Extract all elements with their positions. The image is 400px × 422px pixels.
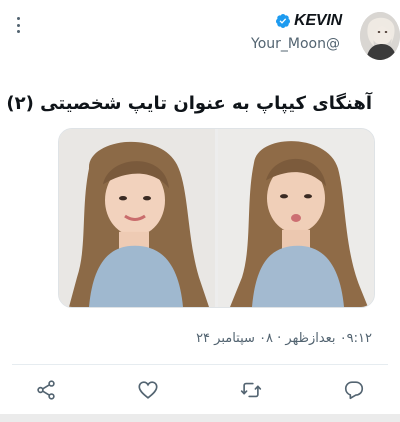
- tweet-text-label: آهنگای کیپاپ به عنوان تایپ شخصیتی (۲): [6, 92, 372, 114]
- more-options-icon[interactable]: [8, 14, 28, 36]
- share-icon[interactable]: [35, 379, 57, 401]
- verified-badge-icon: [276, 14, 291, 28]
- tweet-text: آهنگای کیپاپ به عنوان تایپ شخصیتی (۲): [0, 89, 372, 117]
- tweet-timestamp[interactable]: ۰۹:۱۲ بعدازظهر · ۰۸ سپتامبر ۲۴: [196, 331, 372, 349]
- avatar[interactable]: [360, 12, 400, 60]
- reply-icon[interactable]: [343, 379, 365, 401]
- display-name: KEVIN: [294, 12, 342, 29]
- author-name-row[interactable]: KEVIN: [275, 10, 342, 32]
- tweet-card: KEVIN Your_Moon@ آهنگای کیپاپ به عنوان ت…: [0, 0, 400, 422]
- heart-icon[interactable]: [137, 379, 159, 401]
- divider: [12, 364, 388, 365]
- photo-girl-kissing[interactable]: [218, 129, 374, 307]
- action-bar: [0, 372, 400, 408]
- card-bottom-edge: [0, 414, 400, 422]
- media-grid[interactable]: [58, 128, 375, 308]
- username[interactable]: Your_Moon@: [251, 36, 340, 52]
- photo-girl-smiling[interactable]: [59, 129, 215, 307]
- retweet-icon[interactable]: [240, 379, 262, 401]
